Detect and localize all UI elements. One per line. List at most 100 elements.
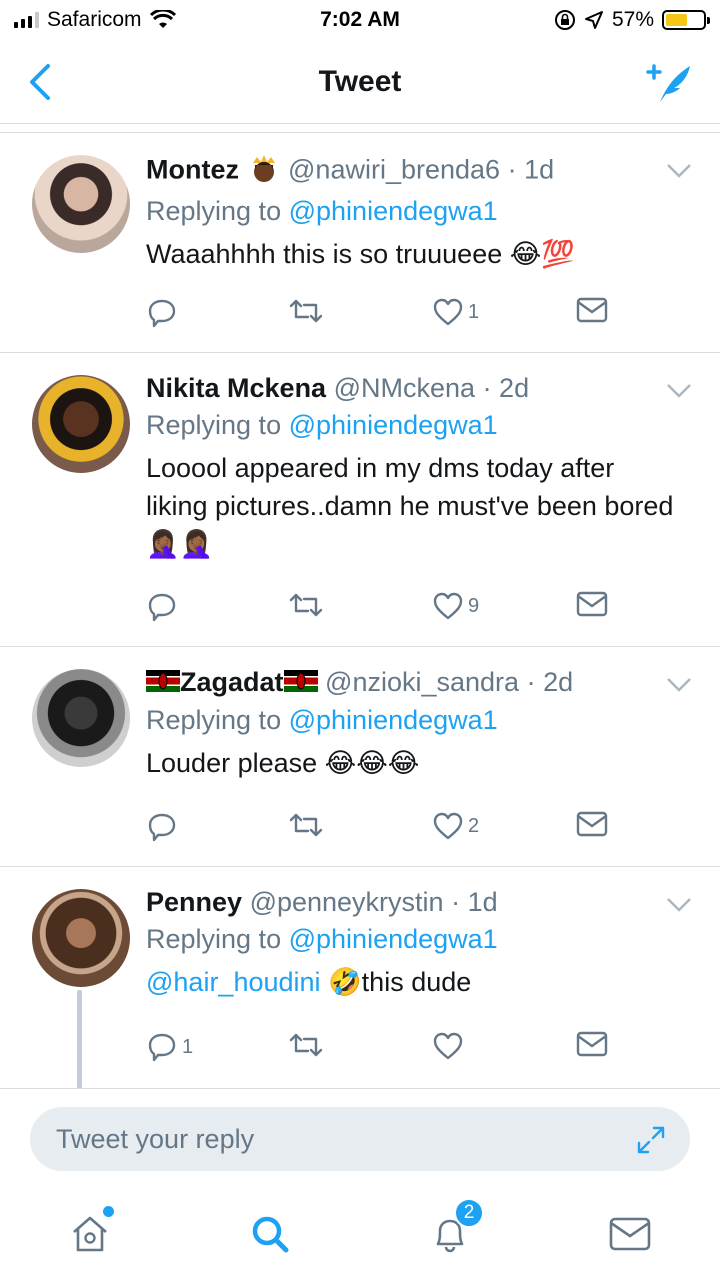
replying-to-mention[interactable]: @phiniendegwa1 xyxy=(289,196,498,226)
tweet-actions: 9 xyxy=(146,591,680,627)
retweet-button[interactable] xyxy=(288,297,324,325)
tweet[interactable]: Penney @penneykrystin · 1d Replying to @… xyxy=(0,867,720,1089)
replying-to-mention[interactable]: @phiniendegwa1 xyxy=(289,705,498,735)
tweet[interactable]: Zagadat @nzioki_sandra · 2d Replying to … xyxy=(0,647,720,867)
retweet-icon xyxy=(289,813,323,837)
reply-placeholder: Tweet your reply xyxy=(56,1123,255,1154)
retweet-icon xyxy=(289,593,323,617)
reply-button[interactable]: 1 xyxy=(146,1031,193,1063)
tab-messages[interactable] xyxy=(590,1194,670,1274)
chevron-down-icon[interactable] xyxy=(666,383,692,399)
tweet-time: · 1d xyxy=(507,154,555,185)
like-count: 1 xyxy=(468,300,480,323)
envelope-icon xyxy=(576,297,608,323)
tweet[interactable]: Montez @nawiri_brenda6 · 1d Replying to … xyxy=(0,133,720,353)
retweet-button[interactable] xyxy=(288,811,324,839)
reply-icon xyxy=(148,813,176,842)
tab-bar: 2 xyxy=(0,1188,720,1280)
reply-button[interactable] xyxy=(146,297,182,329)
user-handle[interactable]: @NMckena xyxy=(334,373,475,403)
tweet-emoji: 🤦🏾‍♀️🤦🏾‍♀️ xyxy=(146,529,214,559)
reply-icon xyxy=(148,299,176,328)
home-icon xyxy=(73,1216,107,1252)
wifi-icon xyxy=(149,10,176,28)
replying-to-mention[interactable]: @phiniendegwa1 xyxy=(289,410,498,440)
retweet-button[interactable] xyxy=(288,591,324,619)
thread-connector-line xyxy=(77,990,82,1090)
tweet-emoji: 😂💯 xyxy=(509,239,575,269)
user-handle[interactable]: @penneykrystin xyxy=(250,887,444,917)
chevron-down-icon[interactable] xyxy=(666,897,692,913)
direct-message-button[interactable] xyxy=(576,297,608,323)
reply-bar: Tweet your reply xyxy=(0,1088,720,1188)
avatar[interactable] xyxy=(32,155,130,253)
replying-label: Replying to xyxy=(146,924,282,954)
display-name[interactable]: Penney xyxy=(146,887,242,917)
like-count: 2 xyxy=(468,814,480,837)
replying-label: Replying to xyxy=(146,705,282,736)
user-handle[interactable]: @nawiri_brenda6 xyxy=(288,155,500,185)
like-button[interactable]: 1 xyxy=(432,297,479,327)
like-button[interactable]: 9 xyxy=(432,591,479,621)
reply-count: 1 xyxy=(182,1035,194,1058)
chevron-down-icon[interactable] xyxy=(666,677,692,693)
back-chevron-icon[interactable] xyxy=(22,60,62,104)
signal-icon xyxy=(14,12,39,28)
tweet-emoji: 😂😂😂 xyxy=(324,748,420,779)
envelope-icon xyxy=(576,1031,608,1057)
chevron-down-icon[interactable] xyxy=(666,163,692,179)
tweet-actions: 1 xyxy=(146,297,680,333)
envelope-icon xyxy=(609,1217,651,1251)
heart-icon xyxy=(433,1032,463,1060)
avatar[interactable] xyxy=(32,889,130,987)
nav-bar: Tweet xyxy=(0,40,720,124)
reply-icon xyxy=(148,1033,176,1062)
tweet-text: Waaahhhh this is so truuueee 😂💯 xyxy=(146,239,575,269)
tab-home[interactable] xyxy=(50,1194,130,1274)
reply-button[interactable] xyxy=(146,591,182,623)
tweet-text: @hair_houdini 🤣this dude xyxy=(146,967,472,997)
display-name[interactable]: Montez xyxy=(146,155,239,185)
mention-link[interactable]: @hair_houdini xyxy=(146,967,321,997)
crown-emoji-icon xyxy=(247,153,281,190)
replying-label: Replying to xyxy=(146,196,282,226)
tweet-actions: 2 xyxy=(146,811,680,847)
battery-icon xyxy=(662,10,710,30)
user-handle[interactable]: @nzioki_sandra xyxy=(325,667,519,697)
compose-tweet-icon[interactable] xyxy=(640,58,696,106)
display-name[interactable]: Zagadat xyxy=(180,667,284,697)
expand-icon[interactable] xyxy=(636,1125,666,1155)
retweet-button[interactable] xyxy=(288,1031,324,1059)
battery-percent: 57% xyxy=(611,8,654,31)
tab-search[interactable] xyxy=(230,1194,310,1274)
tweet-text: Louder please 😂😂😂 xyxy=(146,748,420,779)
replying-label: Replying to xyxy=(146,410,282,440)
tab-notifications[interactable]: 2 xyxy=(410,1194,490,1274)
page-title: Tweet xyxy=(318,64,402,98)
carrier-label: Safaricom xyxy=(47,8,142,31)
direct-message-button[interactable] xyxy=(576,591,608,617)
envelope-icon xyxy=(576,591,608,617)
replying-to-mention[interactable]: @phiniendegwa1 xyxy=(289,924,498,954)
reply-icon xyxy=(148,593,176,622)
direct-message-button[interactable] xyxy=(576,811,608,837)
reply-input[interactable]: Tweet your reply xyxy=(30,1107,690,1171)
avatar[interactable] xyxy=(32,669,130,767)
replies-list: Montez @nawiri_brenda6 · 1d Replying to … xyxy=(0,132,720,1089)
retweet-icon xyxy=(289,299,323,323)
kenya-flag-icon xyxy=(146,668,180,699)
reply-button[interactable] xyxy=(146,811,182,843)
avatar[interactable] xyxy=(32,375,130,473)
display-name[interactable]: Nikita Mckena xyxy=(146,373,326,403)
tweet-time: · 1d xyxy=(451,887,498,917)
new-content-dot xyxy=(103,1206,114,1217)
like-button[interactable] xyxy=(432,1031,468,1061)
heart-icon xyxy=(433,592,463,620)
tweet-emoji: 🤣 xyxy=(328,967,362,997)
tweet[interactable]: Nikita Mckena @NMckena · 2d Replying to … xyxy=(0,353,720,647)
heart-icon xyxy=(433,298,463,326)
like-button[interactable]: 2 xyxy=(432,811,479,841)
tweet-actions: 1 xyxy=(146,1031,680,1067)
direct-message-button[interactable] xyxy=(576,1031,608,1057)
heart-icon xyxy=(433,812,463,840)
